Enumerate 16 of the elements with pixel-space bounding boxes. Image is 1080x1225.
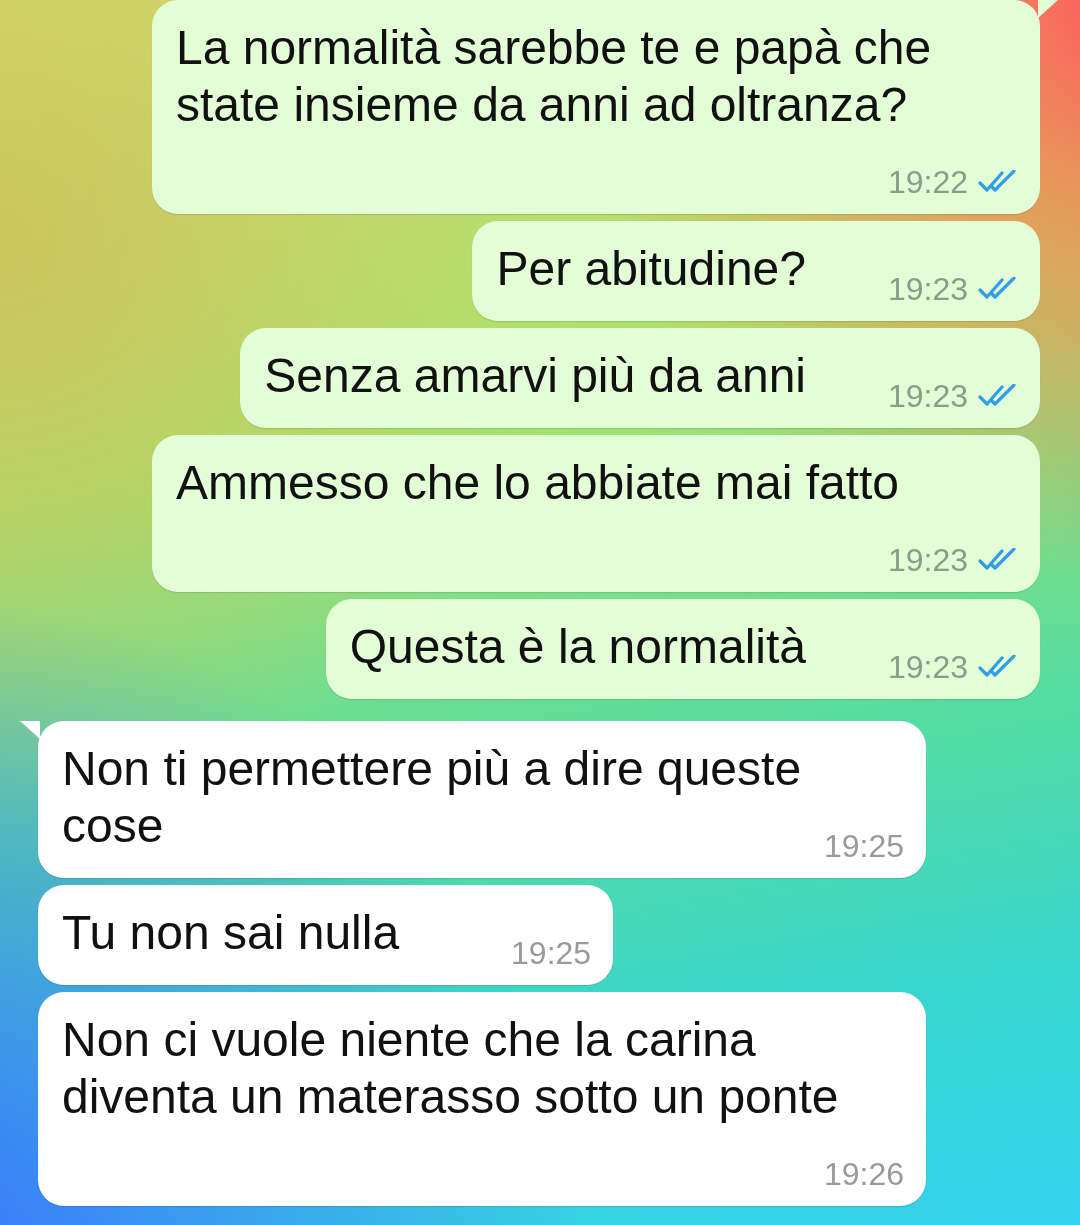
message-time: 19:23 bbox=[887, 271, 968, 307]
message-text: Non ci vuole niente che la carina diventa un materasso sotto un ponte bbox=[62, 1013, 839, 1123]
message-time: 19:26 bbox=[823, 1156, 904, 1192]
message-time: 19:22 bbox=[887, 164, 968, 200]
message-text: Per abitudine? bbox=[496, 242, 806, 295]
message-time: 19:25 bbox=[511, 935, 592, 971]
message-text: Non ti permettere più a dire queste cose bbox=[62, 742, 802, 852]
message-text: Tu non sai nulla bbox=[62, 906, 400, 959]
message-text: Ammesso che lo abbiate mai fatto bbox=[176, 456, 900, 509]
message-time: 19:23 bbox=[887, 542, 968, 578]
message-text: Senza amarvi più da anni bbox=[264, 349, 806, 402]
message-time: 19:23 bbox=[887, 649, 968, 685]
message-time: 19:25 bbox=[823, 828, 904, 864]
message-time: 19:23 bbox=[887, 378, 968, 414]
message-text: La normalità sarebbe te e papà che state insieme da anni ad oltranza? bbox=[176, 21, 932, 131]
message-text: Questa è la normalità bbox=[349, 620, 806, 673]
